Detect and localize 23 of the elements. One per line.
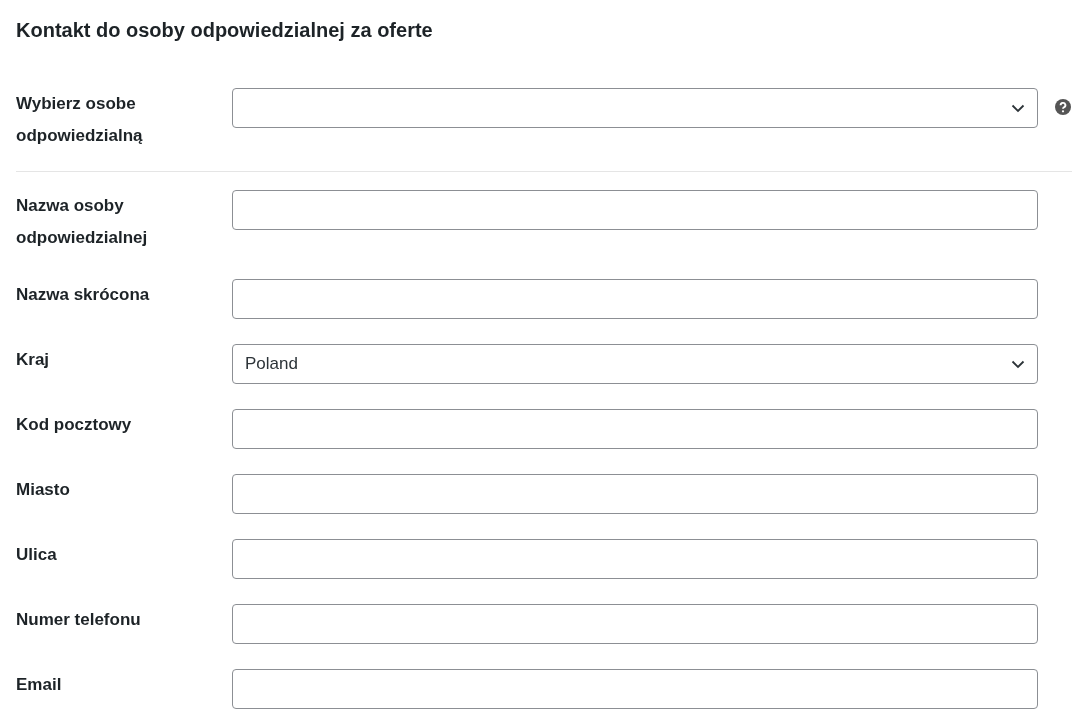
field-label: Kod pocztowy	[16, 414, 133, 436]
field-label: Numer telefonu	[16, 609, 142, 631]
select-field[interactable]	[232, 88, 1038, 128]
select-value: Poland	[245, 353, 298, 376]
field-label: Nazwa osoby odpowiedzialnej	[16, 195, 149, 249]
input-field[interactable]	[232, 604, 1038, 644]
field-label: Ulica	[16, 544, 58, 566]
select-field[interactable]: Poland	[232, 344, 1038, 384]
field-label: Wybierz osobe odpowiedzialną	[16, 93, 144, 147]
field-label: Kraj	[16, 349, 51, 371]
input-field[interactable]	[232, 279, 1038, 319]
section-heading: Kontakt do osoby odpowiedzialnej za oferte	[16, 18, 434, 43]
input-field[interactable]	[232, 190, 1038, 230]
field-label: Email	[16, 674, 63, 696]
input-field[interactable]	[232, 474, 1038, 514]
input-field[interactable]	[232, 409, 1038, 449]
field-label: Miasto	[16, 479, 71, 501]
input-field[interactable]	[232, 539, 1038, 579]
chevron-down-icon	[1011, 359, 1025, 369]
chevron-down-icon	[1011, 103, 1025, 113]
field-label: Nazwa skrócona	[16, 284, 151, 306]
input-field[interactable]	[232, 669, 1038, 709]
help-icon[interactable]	[1055, 99, 1071, 115]
